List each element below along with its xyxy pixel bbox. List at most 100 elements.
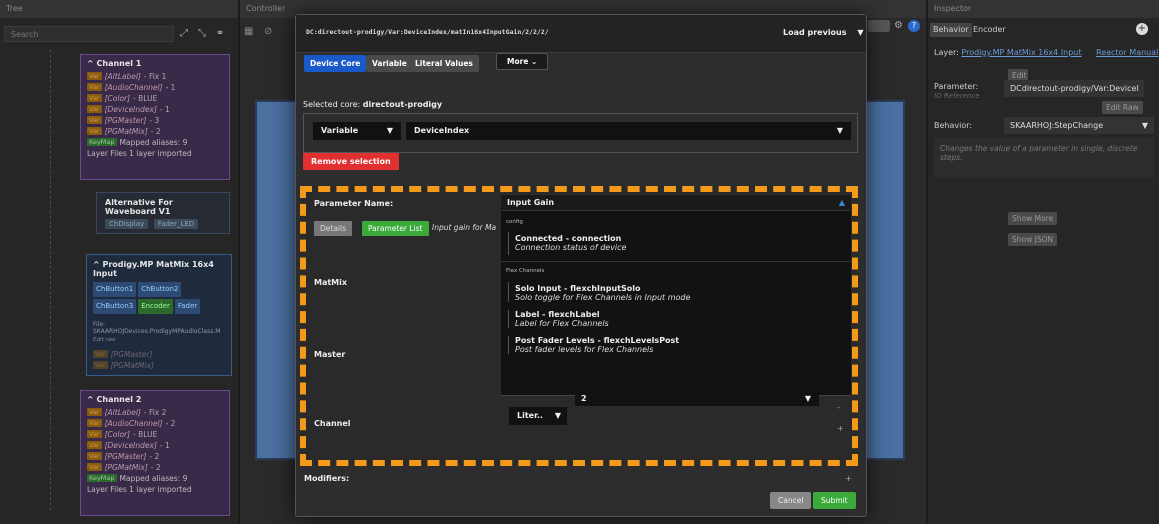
caret-down-icon: ▼ bbox=[554, 411, 561, 420]
alias-name: [AudioChannel] bbox=[104, 82, 163, 92]
add-modifier-icon[interactable]: + bbox=[845, 474, 852, 483]
selection-row: Variable ▼ DeviceIndex ▼ bbox=[303, 113, 858, 153]
tab-literal-values[interactable]: Literal Values bbox=[409, 55, 479, 72]
alias-value: - BLUE bbox=[133, 93, 158, 103]
alternative-node[interactable]: Alternative For Waveboard V1 ChDisplay F… bbox=[96, 192, 230, 234]
channel-value-dropdown[interactable]: 2 ▼ bbox=[575, 392, 819, 406]
chip-chbutton3[interactable]: ChButton3 bbox=[93, 299, 137, 314]
alias-row[interactable]: Var [AudioChannel] - 2 bbox=[87, 418, 223, 428]
channel-1-alias-list: Var [AltLabel] - Fix 1 Var [AudioChannel] - 1… bbox=[87, 71, 223, 136]
chip-fader[interactable]: Fader bbox=[174, 299, 201, 314]
alias-tag: Var bbox=[87, 463, 102, 471]
channel-2-title: ^ Channel 2 bbox=[87, 395, 142, 404]
parameter-field[interactable]: DCdirectout-prodigy/Var:DeviceI bbox=[1004, 80, 1144, 97]
chip-chbutton1[interactable]: ChButton1 bbox=[93, 282, 137, 297]
behavior-select[interactable]: SKAARHOJ:StepChange ▼ bbox=[1004, 117, 1154, 134]
keymap-tag: KeyMap bbox=[87, 138, 117, 146]
alias-tag: Var bbox=[87, 408, 102, 416]
alias-row[interactable]: Var [DeviceIndex] - 1 bbox=[87, 104, 223, 114]
tab-encoder[interactable]: Encoder bbox=[970, 23, 1009, 37]
tree-panel-title: Tree bbox=[0, 0, 238, 18]
expand-icon[interactable]: ⤡ bbox=[196, 28, 208, 40]
category-flex-channels: Flex Channels bbox=[506, 268, 545, 274]
parameter-search-input[interactable]: Input Gain ▲ bbox=[501, 195, 851, 211]
tab-behavior[interactable]: Behavior bbox=[930, 23, 972, 37]
list-item-connected[interactable]: Connected - connection Connection status… bbox=[508, 232, 851, 255]
edit-raw-link[interactable]: Edit raw bbox=[93, 337, 225, 343]
tab-device-core[interactable]: Device Core bbox=[304, 55, 367, 72]
category-config: config bbox=[506, 219, 523, 225]
link-icon[interactable]: ⚭ bbox=[214, 28, 226, 40]
parameter-list-button[interactable]: Parameter List bbox=[362, 221, 429, 236]
submit-button[interactable]: Submit bbox=[813, 492, 856, 509]
alias-row[interactable]: Var [Color] - BLUE bbox=[87, 93, 223, 103]
grid-icon[interactable]: ▦ bbox=[244, 26, 253, 37]
channel-1-node[interactable]: ^ Channel 1 Var [AltLabel] - Fix 1 Var [Audi… bbox=[80, 54, 230, 180]
chip-chdisplay[interactable]: ChDisplay bbox=[105, 219, 149, 229]
alias-value: - 2 bbox=[149, 451, 160, 461]
alternative-node-title: Alternative For Waveboard V1 bbox=[105, 198, 173, 216]
caret-down-icon: ▼ bbox=[857, 28, 864, 37]
parameter-selection-box: Parameter Name: Details Parameter List I… bbox=[300, 186, 858, 466]
show-more-button[interactable]: Show More bbox=[1008, 212, 1058, 225]
list-item-post-fader-levels[interactable]: Post Fader Levels - flexchLevelsPost Pos… bbox=[508, 336, 851, 354]
alias-value: - BLUE bbox=[133, 429, 158, 439]
alias-row[interactable]: Var [PGMatMix] - 2 bbox=[87, 126, 223, 136]
inspector-panel-title: Inspector bbox=[928, 0, 1159, 18]
edit-raw-button[interactable]: Edit Raw bbox=[1102, 101, 1143, 114]
literal-type-dropdown[interactable]: Liter.. ▼ bbox=[509, 407, 567, 425]
tab-variable[interactable]: Variable bbox=[366, 55, 413, 72]
chip-chbutton2[interactable]: ChButton2 bbox=[138, 282, 182, 297]
alias-name: [Color] bbox=[104, 429, 131, 439]
add-icon[interactable]: + bbox=[1136, 23, 1148, 35]
tab-more[interactable]: More ⌄ bbox=[496, 53, 549, 70]
alias-row[interactable]: Var [AudioChannel] - 1 bbox=[87, 82, 223, 92]
list-item-solo-input[interactable]: Solo Input - flexchInputSolo Solo toggle… bbox=[508, 282, 851, 302]
gear-icon[interactable]: ⚙ bbox=[894, 20, 903, 31]
alias-row[interactable]: Var [PGMaster] - 3 bbox=[87, 115, 223, 125]
alias-name: [AudioChannel] bbox=[104, 418, 163, 428]
help-icon[interactable]: ? bbox=[908, 20, 920, 32]
tree-connector-line bbox=[50, 50, 51, 510]
alias-name: [PGMaster] bbox=[104, 451, 147, 461]
minus-icon[interactable]: - bbox=[837, 403, 840, 412]
alias-row[interactable]: Var [AltLabel] - Fix 2 bbox=[87, 407, 223, 417]
cancel-button[interactable]: Cancel bbox=[770, 492, 812, 509]
slash-icon[interactable]: ⊘ bbox=[264, 26, 272, 37]
reactor-manual-link[interactable]: Reactor Manual bbox=[1096, 48, 1158, 57]
selected-core-label: Selected core: directout-prodigy bbox=[303, 100, 443, 109]
alias-tag: Var bbox=[87, 441, 102, 449]
alias-row[interactable]: Var [PGMatMix] - 2 bbox=[87, 462, 223, 472]
alias-name: [Color] bbox=[104, 93, 131, 103]
type-dropdown[interactable]: Variable ▼ bbox=[313, 122, 401, 140]
remove-selection-button[interactable]: Remove selection bbox=[303, 153, 399, 170]
faded-alias-pgmatmix: Var [PGMatMix] bbox=[93, 360, 154, 370]
tree-search-input[interactable]: Search bbox=[4, 26, 174, 42]
modal-header: DC:directout-prodigy/Var:DeviceIndex/mat… bbox=[296, 15, 866, 53]
collapse-icon[interactable]: ⤢ bbox=[178, 28, 190, 40]
layer-label: Layer: Prodigy.MP MatMix 16x4 Input bbox=[934, 48, 1082, 57]
layer-link[interactable]: Prodigy.MP MatMix 16x4 Input bbox=[961, 48, 1081, 57]
prodigy-node[interactable]: ^ Prodigy.MP MatMix 16x4 Input ChButton1… bbox=[86, 254, 232, 376]
variable-dropdown[interactable]: DeviceIndex ▼ bbox=[406, 122, 851, 140]
alias-row[interactable]: Var [Color] - BLUE bbox=[87, 429, 223, 439]
plus-icon[interactable]: + bbox=[837, 424, 844, 433]
alias-tag: Var bbox=[87, 452, 102, 460]
tree-panel: Tree Search ⤢ ⤡ ⚭ ^ Channel 1 Var [AltLab… bbox=[0, 0, 238, 524]
alias-row[interactable]: Var [AltLabel] - Fix 1 bbox=[87, 71, 223, 81]
alias-value: - 2 bbox=[150, 462, 161, 472]
alias-row[interactable]: Var [DeviceIndex] - 1 bbox=[87, 440, 223, 450]
show-json-button[interactable]: Show JSON bbox=[1008, 233, 1058, 246]
list-item-label[interactable]: Label - flexchLabel Label for Flex Chann… bbox=[508, 310, 851, 328]
chip-encoder[interactable]: Encoder bbox=[138, 299, 173, 314]
modifiers-label: Modifiers: bbox=[304, 474, 350, 483]
channel-2-node[interactable]: ^ Channel 2 Var [AltLabel] - Fix 2 Var [Audi… bbox=[80, 390, 230, 516]
toggle-switch[interactable] bbox=[868, 20, 890, 32]
list-divider bbox=[501, 261, 851, 262]
alias-name: [AltLabel] bbox=[104, 407, 141, 417]
alias-row[interactable]: Var [PGMaster] - 2 bbox=[87, 451, 223, 461]
io-reference-label: IO Reference bbox=[934, 92, 980, 100]
details-button[interactable]: Details bbox=[314, 221, 353, 236]
chip-fader-led[interactable]: Fader_LED bbox=[153, 219, 199, 229]
load-previous-button[interactable]: Load previous ▼ bbox=[783, 28, 863, 37]
